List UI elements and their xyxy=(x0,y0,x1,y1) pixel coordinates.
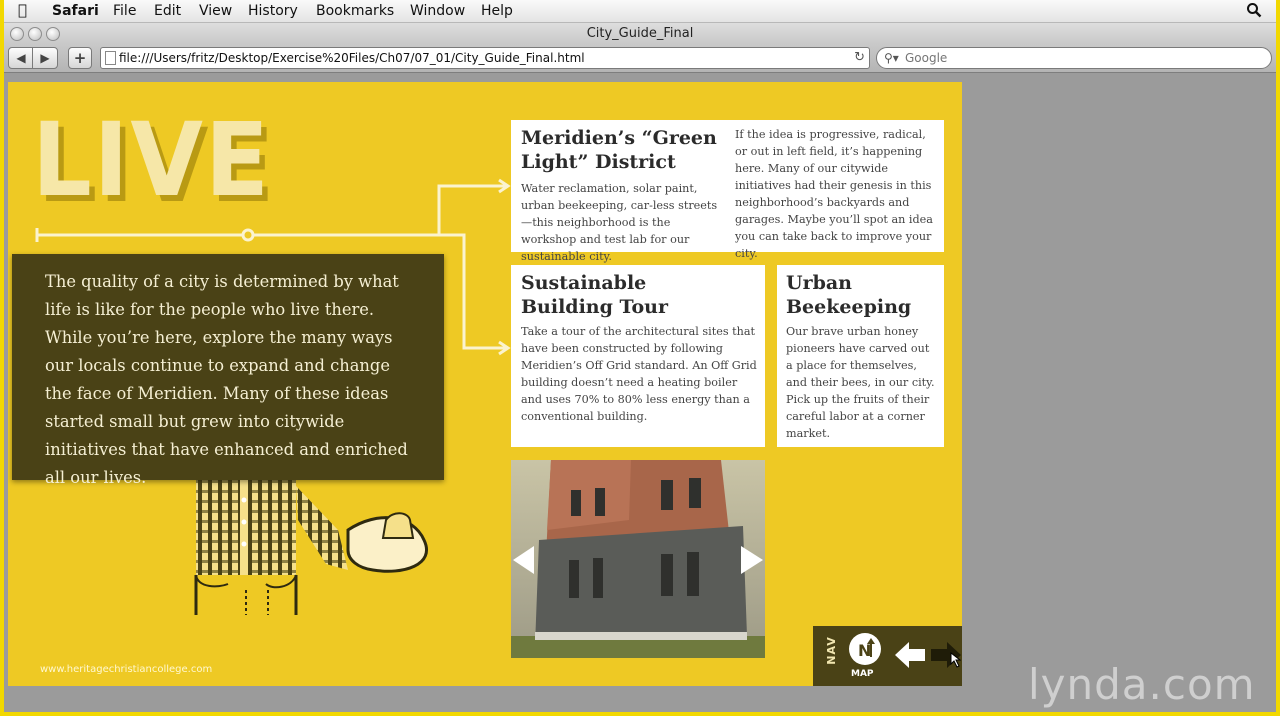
back-button[interactable]: ◀ xyxy=(8,47,34,69)
card-title: Sustainable Building Tour xyxy=(521,272,668,318)
close-window-button[interactable] xyxy=(10,27,24,41)
spotlight-icon[interactable] xyxy=(1246,2,1262,18)
card-green-light: Meridien’s “Green Light” District Water … xyxy=(511,120,944,263)
menu-help[interactable]: Help xyxy=(481,3,513,19)
menu-bar:  Safari File Edit View History Bookmark… xyxy=(4,0,1276,23)
menu-bookmarks[interactable]: Bookmarks xyxy=(316,3,394,19)
forward-button[interactable]: ▶ xyxy=(32,47,58,69)
card-beekeeping: Urban Beekeeping Our brave urban honey p… xyxy=(777,265,944,447)
map-compass-icon[interactable]: N xyxy=(849,633,881,665)
search-input[interactable] xyxy=(903,49,1257,67)
nav-back-arrow-icon[interactable] xyxy=(895,640,925,670)
page-nav: NAV N MAP xyxy=(813,626,962,686)
address-bar[interactable]: file:///Users/fritz/Desktop/Exercise%20F… xyxy=(100,47,870,69)
lynda-logo: lynda.com xyxy=(1028,660,1256,709)
card-title: Urban Beekeeping xyxy=(786,272,912,318)
map-label[interactable]: MAP xyxy=(851,669,874,679)
previous-slide-icon[interactable] xyxy=(513,546,535,574)
menu-window[interactable]: Window xyxy=(410,3,465,19)
menu-edit[interactable]: Edit xyxy=(154,3,181,19)
zoom-window-button[interactable] xyxy=(46,27,60,41)
building-photo xyxy=(511,460,765,658)
card-body-secondary: If the idea is progressive, radical, or … xyxy=(735,128,933,260)
menu-view[interactable]: View xyxy=(199,3,232,19)
intro-text: The quality of a city is determined by w… xyxy=(45,272,408,487)
nav-label: NAV xyxy=(824,636,838,665)
hero-title: LIVE xyxy=(32,101,271,220)
search-icon: ⚲▾ xyxy=(884,51,899,65)
minimize-window-button[interactable] xyxy=(28,27,42,41)
building-slideshow[interactable] xyxy=(511,460,765,658)
screen:  Safari File Edit View History Bookmark… xyxy=(4,0,1276,712)
card-building-tour: Sustainable Building Tour Take a tour of… xyxy=(511,265,765,447)
search-field[interactable]: ⚲▾ xyxy=(876,47,1272,69)
card-body: Water reclamation, solar paint, urban be… xyxy=(521,182,718,263)
window-title: City_Guide_Final xyxy=(586,26,694,41)
web-page: LIVE The quality of a city is determined… xyxy=(8,82,962,686)
browser-toolbar: ◀ ▶ + file:///Users/fritz/Desktop/Exerci… xyxy=(4,44,1276,73)
apple-icon[interactable]:  xyxy=(18,1,27,19)
card-title: Meridien’s “Green Light” District xyxy=(521,127,717,173)
address-url: file:///Users/fritz/Desktop/Exercise%20F… xyxy=(119,51,585,65)
watermark: www.heritagechristiancollege.com xyxy=(40,664,213,675)
next-slide-icon[interactable] xyxy=(741,546,763,574)
window-titlebar: City_Guide_Final xyxy=(4,23,1276,44)
reload-icon[interactable]: ↻ xyxy=(854,48,865,68)
page-document-icon xyxy=(105,51,116,65)
menu-history[interactable]: History xyxy=(248,3,298,19)
card-body: Take a tour of the architectural sites t… xyxy=(521,325,757,423)
card-body: Our brave urban honey pioneers have carv… xyxy=(786,325,935,440)
person-illustration xyxy=(194,480,428,615)
add-bookmark-button[interactable]: + xyxy=(68,47,92,69)
intro-panel: The quality of a city is determined by w… xyxy=(12,254,444,487)
menu-file[interactable]: File xyxy=(113,3,136,19)
menu-app-safari[interactable]: Safari xyxy=(52,3,99,19)
nav-forward-arrow-icon[interactable] xyxy=(931,640,961,670)
